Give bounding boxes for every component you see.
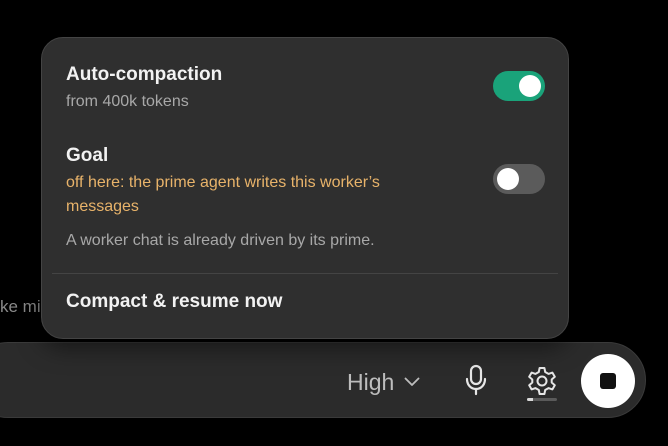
- context-usage-fill: [527, 398, 533, 401]
- settings-button[interactable]: [524, 364, 560, 404]
- chevron-down-icon: [404, 377, 420, 387]
- auto-compaction-subtitle: from 400k tokens: [66, 93, 189, 110]
- toggle-knob: [497, 168, 519, 190]
- microphone-button[interactable]: [460, 364, 492, 400]
- model-level-dropdown[interactable]: High: [347, 366, 420, 398]
- screen: ke mi High Auto-compaction from 400k tok…: [0, 0, 668, 446]
- stop-button[interactable]: [581, 354, 635, 408]
- settings-popover: Auto-compaction from 400k tokens Goal of…: [41, 37, 569, 339]
- auto-compaction-toggle[interactable]: [493, 71, 545, 101]
- stop-icon: [600, 373, 616, 389]
- goal-title: Goal: [66, 145, 109, 166]
- context-usage-bar: [527, 398, 557, 401]
- toggle-knob: [519, 75, 541, 97]
- goal-toggle[interactable]: [493, 164, 545, 194]
- model-level-label: High: [347, 368, 395, 395]
- auto-compaction-title: Auto-compaction: [66, 64, 223, 85]
- goal-note: A worker chat is already driven by its p…: [66, 232, 375, 249]
- microphone-icon: [464, 364, 488, 401]
- divider: [52, 273, 558, 274]
- background-chat-text: ke mi: [0, 297, 41, 316]
- goal-warning: off here: the prime agent writes this wo…: [66, 174, 380, 215]
- compact-resume-button[interactable]: Compact & resume now: [66, 291, 282, 313]
